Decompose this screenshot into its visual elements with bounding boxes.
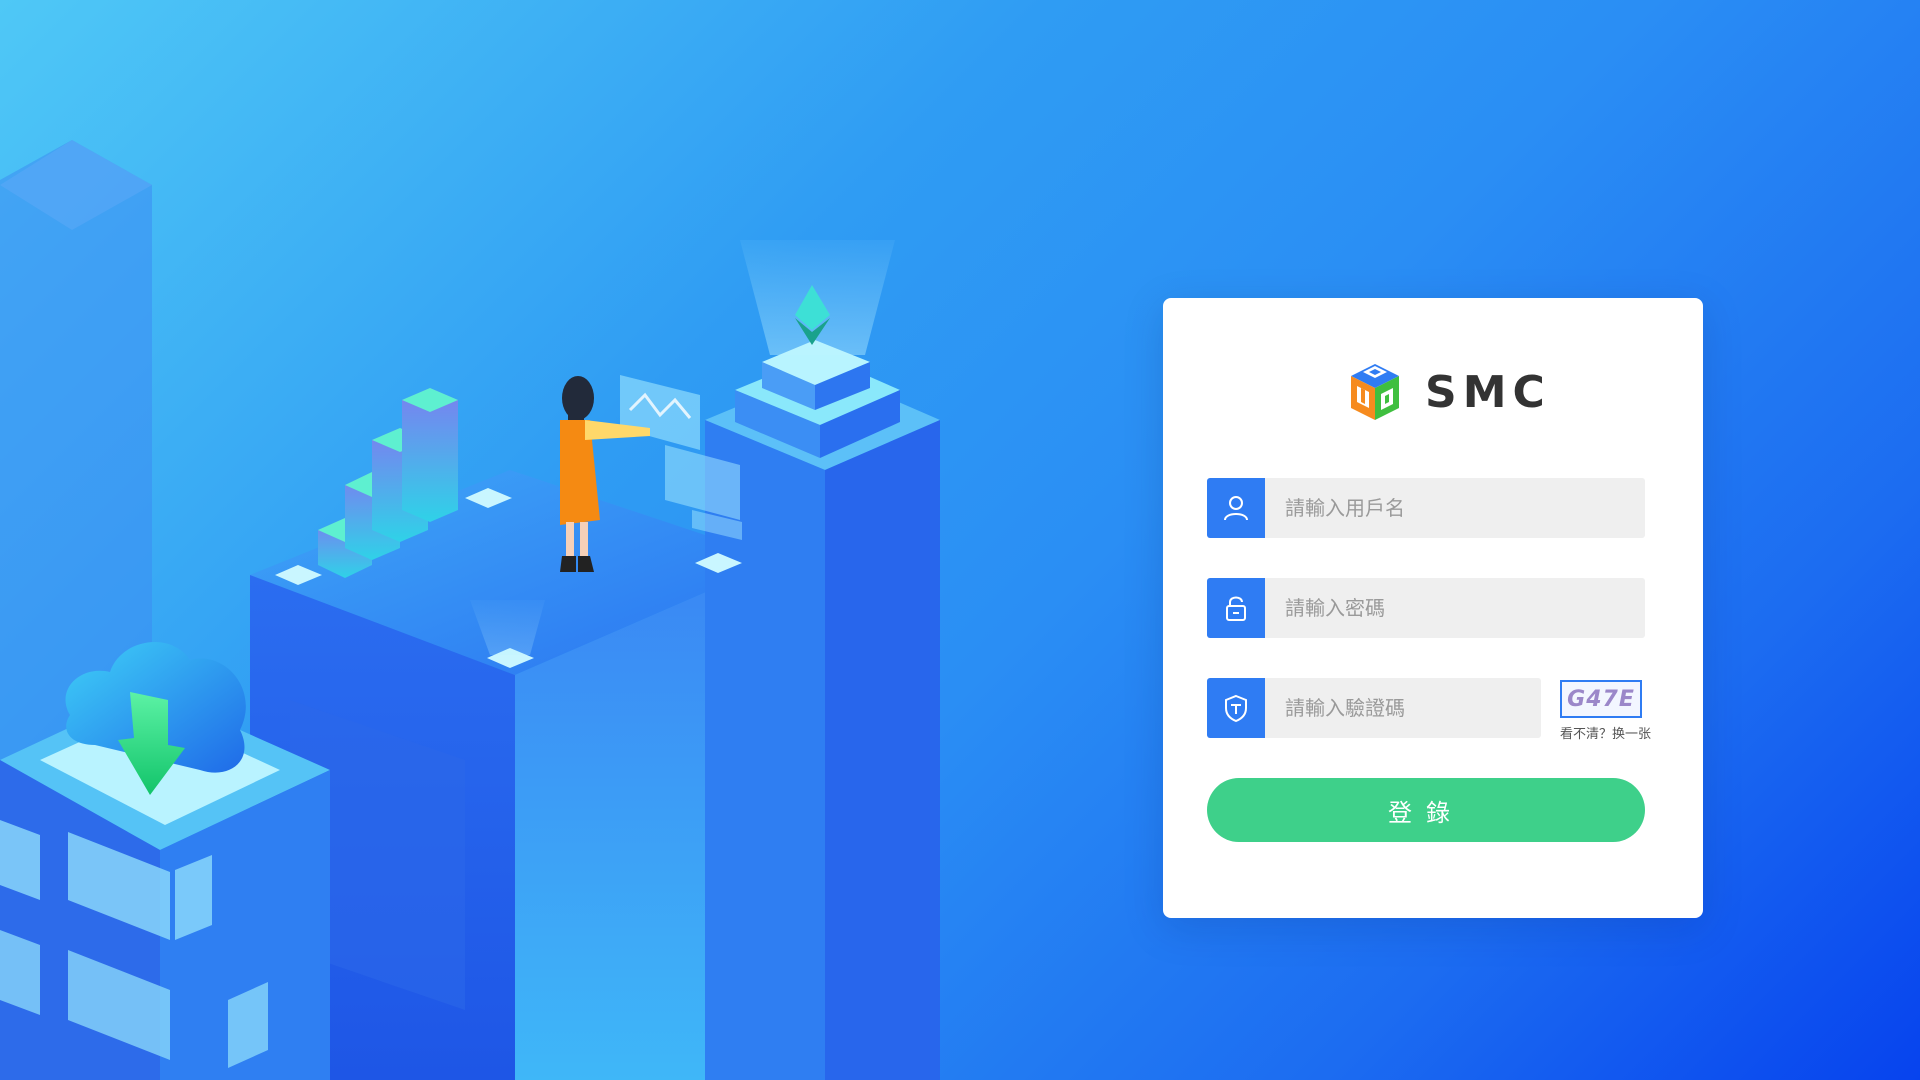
captcha-refresh-link[interactable]: 看不清？换一张 bbox=[1560, 723, 1651, 742]
login-button[interactable]: 登錄 bbox=[1207, 778, 1645, 842]
shield-icon bbox=[1207, 678, 1265, 738]
captcha-input[interactable] bbox=[1265, 678, 1541, 738]
brand-name: SMC bbox=[1425, 366, 1551, 418]
username-input[interactable] bbox=[1265, 478, 1645, 538]
user-icon bbox=[1207, 478, 1265, 538]
lock-icon bbox=[1207, 578, 1265, 638]
captcha-image[interactable]: G47E bbox=[1560, 680, 1642, 718]
login-page: SMC 請輸入用戶名 請輸入驗證碼 G47E 看不清？换一张 登錄 bbox=[0, 0, 1920, 1080]
right-tower bbox=[705, 240, 940, 1080]
username-field-group bbox=[1207, 478, 1645, 538]
login-card: SMC 請輸入用戶名 請輸入驗證碼 G47E 看不清？换一张 登錄 bbox=[1163, 298, 1703, 918]
brand-header: SMC bbox=[1343, 360, 1551, 424]
password-input[interactable] bbox=[1265, 578, 1645, 638]
captcha-field-group bbox=[1207, 678, 1541, 738]
password-field-group bbox=[1207, 578, 1645, 638]
captcha-code: G47E bbox=[1567, 686, 1635, 712]
smc-logo-icon bbox=[1351, 364, 1399, 420]
background-illustration bbox=[0, 140, 940, 1080]
